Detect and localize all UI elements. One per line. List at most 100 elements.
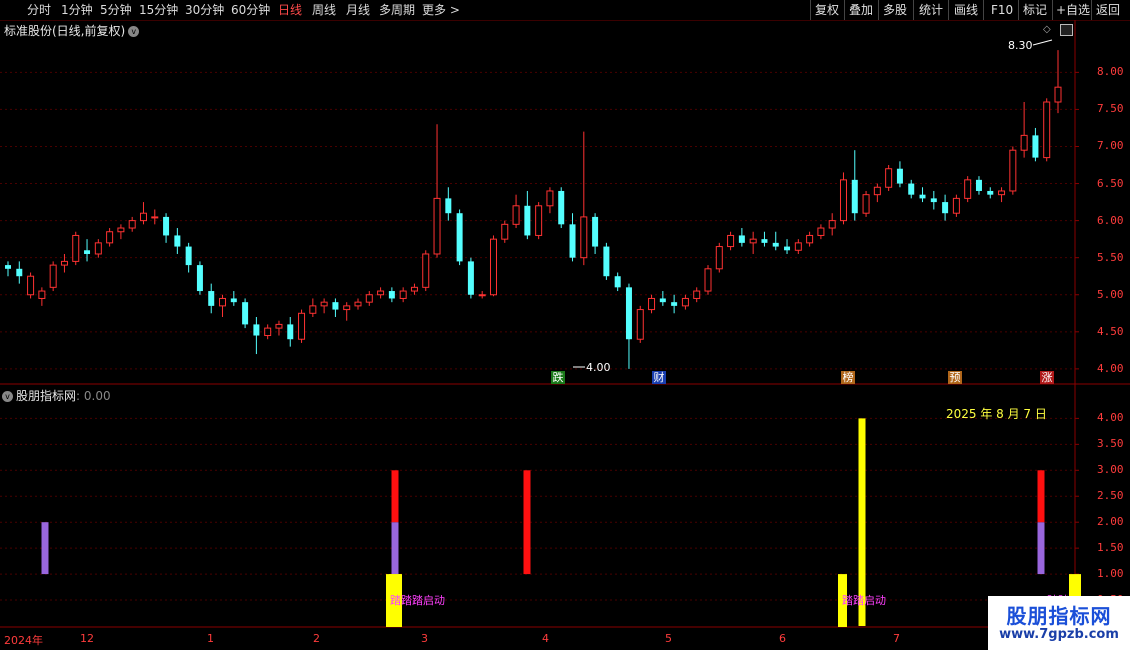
candle-body [467, 261, 474, 295]
candle-body [60, 260, 68, 266]
indicator-tick-label: 1.50 [1097, 541, 1124, 555]
signal-label: 踏踏启动 [842, 594, 886, 607]
candle-body [693, 290, 701, 299]
max-price-label: 8.30 [1008, 39, 1033, 52]
candle-body [478, 294, 486, 297]
candle-body [648, 297, 656, 311]
marker-fall[interactable]: 跌 [551, 371, 565, 384]
candle-body [761, 239, 768, 243]
marker-list[interactable]: 榜 [841, 371, 855, 384]
candle-body [828, 220, 836, 229]
candle-body [27, 275, 35, 296]
price-tick-label: 5.00 [1097, 287, 1124, 301]
candle-body [546, 190, 554, 207]
candle-body [681, 297, 689, 307]
price-tick-label: 7.50 [1097, 102, 1124, 116]
price-tick-label: 6.00 [1097, 213, 1124, 227]
indicator-bar [1037, 522, 1045, 575]
indicator-tick-label: 1.00 [1097, 567, 1124, 581]
candle-body [671, 302, 678, 306]
candle-body [569, 224, 576, 258]
x-axis-label: 2024年 [4, 634, 43, 647]
candle-body [253, 324, 260, 336]
x-axis-label: 7 [893, 632, 900, 645]
candle-body [298, 312, 306, 340]
indicator-tick-label: 2.50 [1097, 489, 1124, 503]
candle-body [1054, 86, 1062, 103]
candle-body [489, 238, 497, 296]
min-price-label: 4.00 [586, 361, 611, 374]
x-axis-label: 4 [542, 632, 549, 645]
watermark-title: 股朋指标网 [1006, 604, 1112, 628]
x-axis-label: 3 [421, 632, 428, 645]
candle-body [873, 186, 881, 196]
candle-body [975, 179, 982, 191]
candle-body [196, 265, 203, 292]
max-arrow [1032, 39, 1053, 46]
candle-body [524, 205, 531, 236]
candle-body [128, 220, 136, 229]
x-axis-label: 2 [313, 632, 320, 645]
candle-body [49, 264, 57, 288]
indicator-tick-label: 3.50 [1097, 437, 1124, 451]
candle-body [174, 235, 181, 247]
candle-body [817, 227, 825, 236]
indicator-bar [41, 522, 49, 575]
candle-body [851, 179, 858, 214]
candle-body [636, 309, 644, 340]
candle-body [365, 294, 373, 303]
candle-body [433, 197, 441, 255]
candle-body [84, 250, 91, 254]
price-chart[interactable] [0, 0, 1130, 650]
date-label: 2025 年 8 月 7 日 [946, 407, 1047, 421]
candle-body [930, 198, 937, 203]
candle-body [5, 265, 11, 269]
candle-body [287, 324, 294, 340]
marker-finance[interactable]: 财 [652, 371, 666, 384]
candle-body [1043, 101, 1051, 159]
candle-body [794, 242, 802, 251]
candle-body [117, 227, 125, 233]
candle-body [998, 190, 1006, 196]
price-tick-label: 4.00 [1097, 361, 1124, 375]
candle-body [219, 297, 227, 307]
candle-body [163, 216, 170, 236]
marker-rise[interactable]: 涨 [1040, 371, 1054, 384]
signal-label: 踏踏踏启动 [390, 594, 445, 607]
candle-body [784, 246, 791, 251]
indicator-tick-label: 4.00 [1097, 411, 1124, 425]
indicator-tick-label: 2.00 [1097, 515, 1124, 529]
candle-body [309, 305, 317, 314]
price-tick-label: 7.00 [1097, 139, 1124, 153]
indicator-tick-label: 3.00 [1097, 463, 1124, 477]
candle-body [332, 302, 339, 310]
candle-body [16, 268, 23, 277]
candle-body [839, 179, 847, 222]
candle-body [738, 235, 745, 243]
marker-forecast[interactable]: 预 [948, 371, 962, 384]
candle-body [343, 305, 351, 311]
x-axis-label: 1 [207, 632, 214, 645]
candle-body [38, 290, 46, 299]
candle-body [592, 216, 599, 247]
candle-body [208, 291, 215, 306]
candle-body [1020, 134, 1028, 151]
candle-body [715, 246, 723, 270]
candle-body [230, 298, 237, 303]
candle-body [727, 234, 735, 248]
price-tick-label: 8.00 [1097, 65, 1124, 79]
x-axis-label: 5 [665, 632, 672, 645]
candle-body [422, 253, 430, 288]
watermark-url: www.7gpzb.com [999, 627, 1119, 642]
watermark: 股朋指标网 www.7gpzb.com [988, 596, 1130, 650]
candle-body [749, 238, 757, 244]
candle-body [445, 198, 452, 214]
candle-body [1032, 135, 1039, 158]
candle-body [772, 242, 779, 247]
candle-body [106, 231, 114, 244]
x-axis-label: 6 [779, 632, 786, 645]
candle-body [94, 242, 102, 255]
candle-body [185, 246, 192, 266]
candle-body [558, 190, 565, 225]
candle-body [72, 234, 80, 262]
